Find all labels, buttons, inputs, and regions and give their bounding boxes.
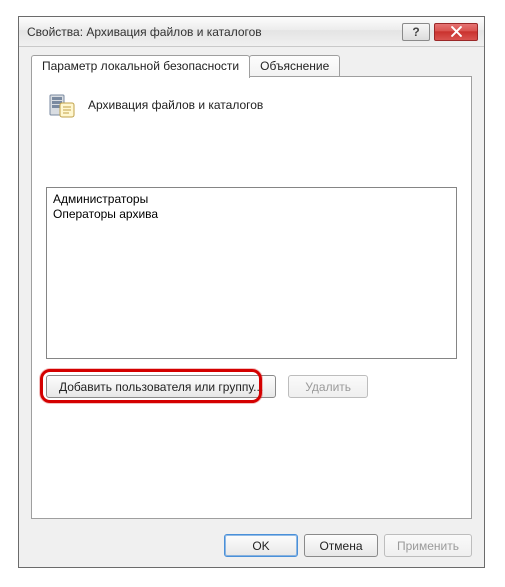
policy-header: Архивация файлов и каталогов bbox=[32, 77, 471, 129]
tab-panel: Архивация файлов и каталогов Администрат… bbox=[31, 76, 472, 519]
list-item[interactable]: Операторы архива bbox=[53, 207, 450, 222]
policy-name-label: Архивация файлов и каталогов bbox=[88, 98, 263, 112]
window-title: Свойства: Архивация файлов и каталогов bbox=[25, 25, 398, 39]
list-item[interactable]: Администраторы bbox=[53, 192, 450, 207]
apply-button: Применить bbox=[384, 534, 472, 557]
cancel-button[interactable]: Отмена bbox=[304, 534, 378, 557]
close-icon bbox=[451, 26, 462, 37]
ok-button[interactable]: OK bbox=[224, 534, 298, 557]
dialog-window: Свойства: Архивация файлов и каталогов ?… bbox=[18, 16, 485, 568]
dialog-buttons: OK Отмена Применить bbox=[224, 534, 472, 557]
server-policy-icon bbox=[46, 89, 78, 121]
list-buttons-row: Добавить пользователя или группу... Удал… bbox=[46, 375, 457, 398]
tab-explanation[interactable]: Объяснение bbox=[249, 55, 340, 78]
help-button[interactable]: ? bbox=[402, 23, 430, 41]
close-button[interactable] bbox=[434, 23, 478, 41]
client-area: Параметр локальной безопасности Объяснен… bbox=[19, 47, 484, 567]
principals-listbox[interactable]: Администраторы Операторы архива bbox=[46, 187, 457, 359]
add-user-or-group-button[interactable]: Добавить пользователя или группу... bbox=[46, 375, 276, 398]
window-buttons: ? bbox=[398, 23, 478, 41]
remove-button: Удалить bbox=[288, 375, 368, 398]
help-icon: ? bbox=[412, 25, 419, 39]
tabstrip: Параметр локальной безопасности Объяснен… bbox=[31, 55, 339, 78]
titlebar[interactable]: Свойства: Архивация файлов и каталогов ? bbox=[19, 17, 484, 47]
tab-local-security[interactable]: Параметр локальной безопасности bbox=[31, 55, 250, 78]
